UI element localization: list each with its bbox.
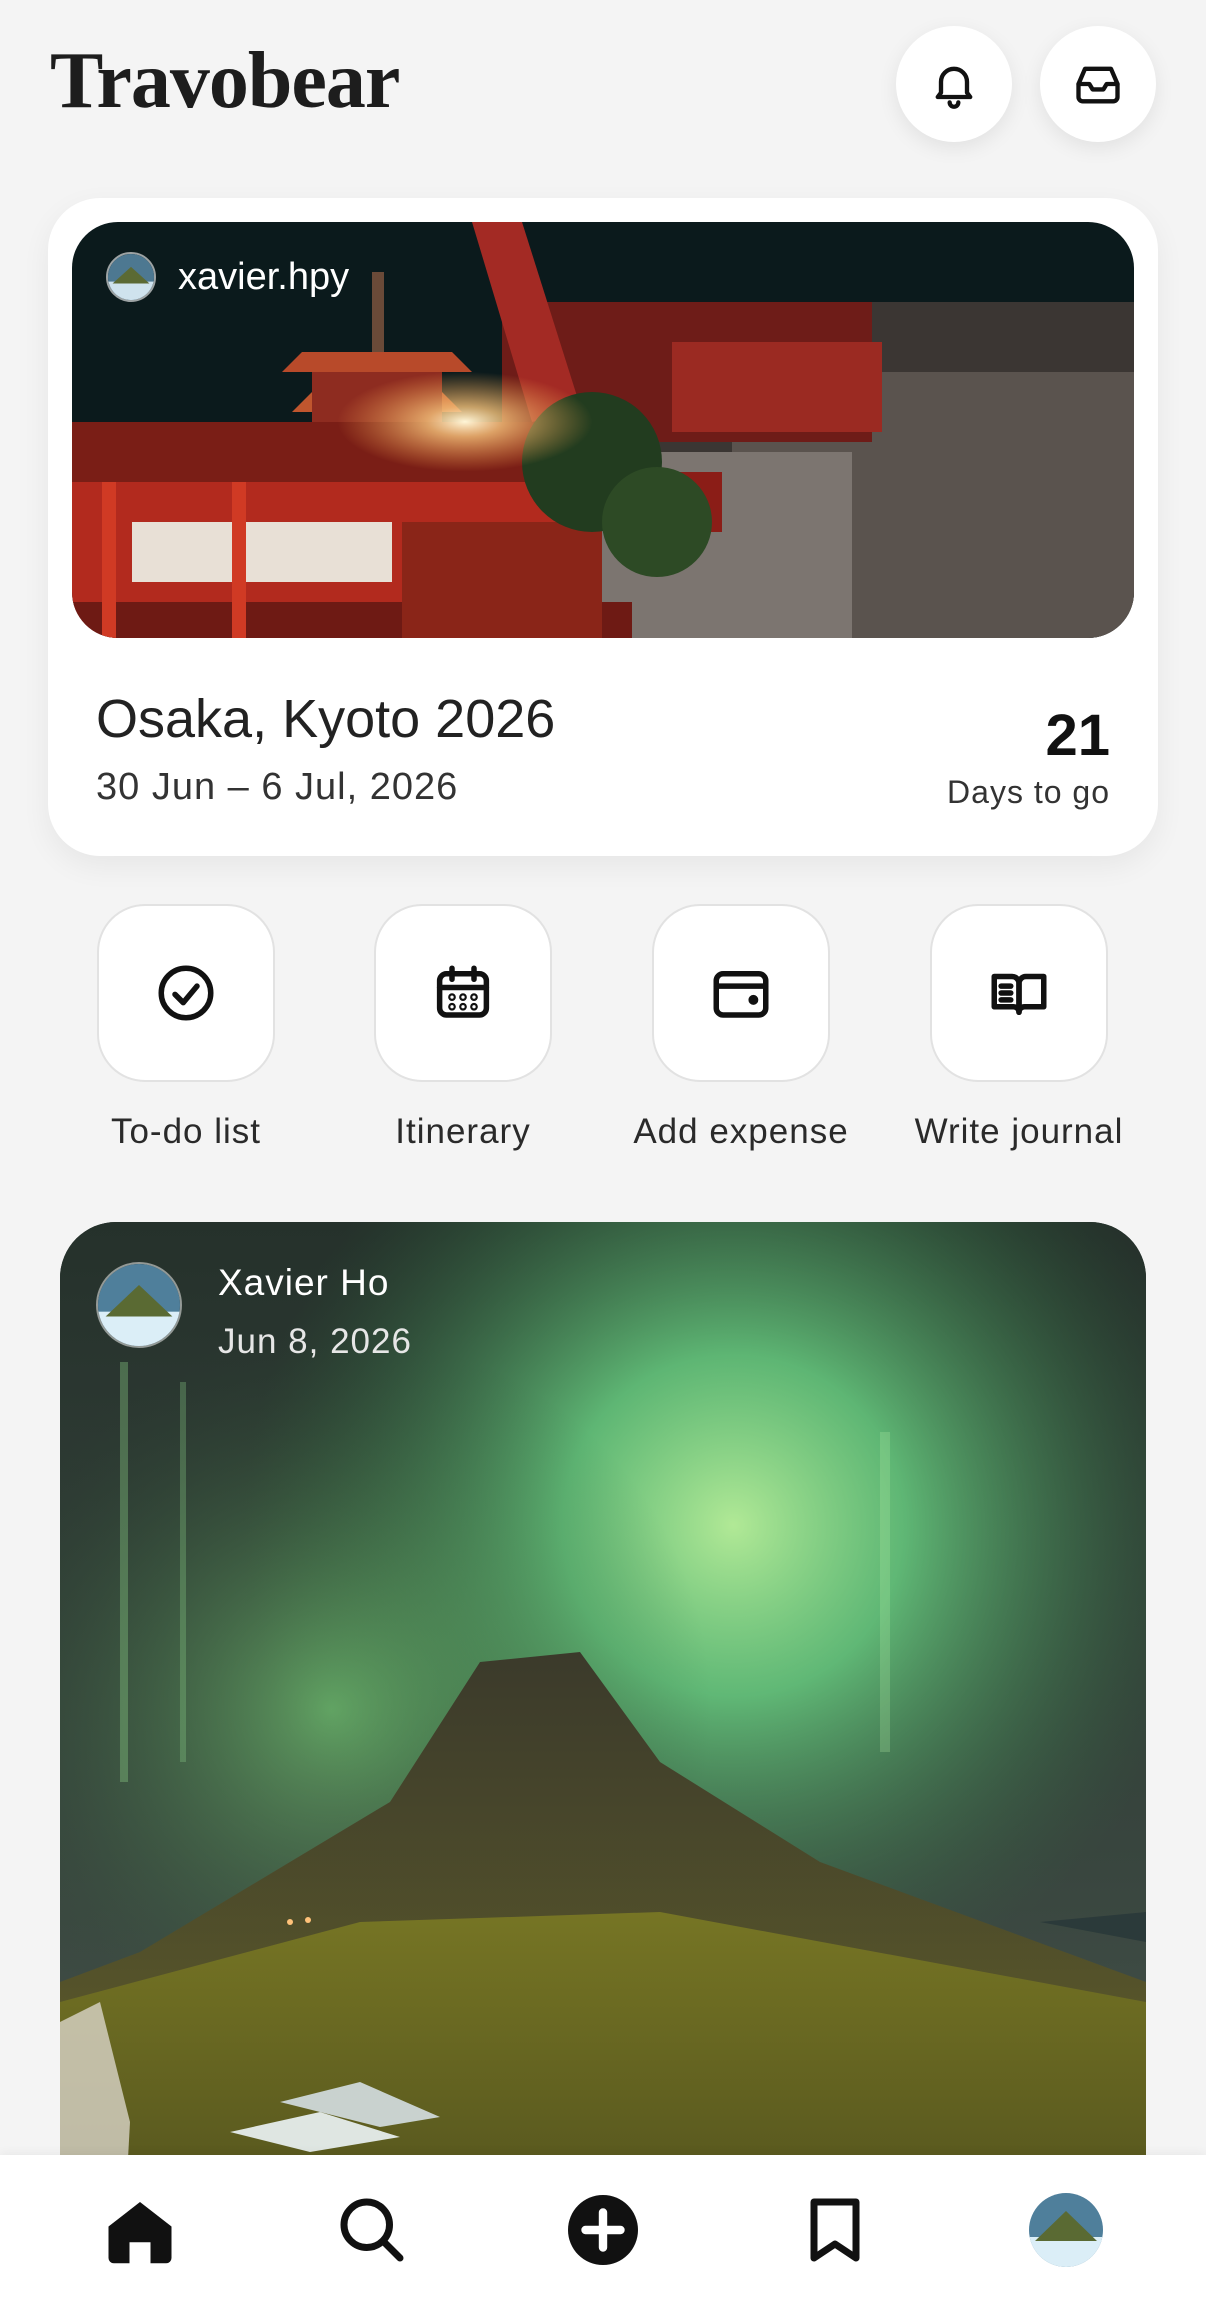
bottom-navigation [0,2155,1206,2305]
trip-card[interactable]: xavier.hpy Osaka, Kyoto 2026 30 Jun – 6 … [48,198,1158,856]
notifications-button[interactable] [896,26,1012,142]
todo-list-label: To-do list [110,1112,262,1151]
avatar[interactable] [96,1262,182,1348]
post-photo [60,1222,1146,2305]
feed-post[interactable]: Xavier Ho Jun 8, 2026 [60,1222,1146,2305]
inbox-button[interactable] [1040,26,1156,142]
post-date: Jun 8, 2026 [218,1322,412,1361]
calendar-icon [436,965,490,1018]
nav-home[interactable] [95,2185,185,2275]
trip-owner-name: xavier.hpy [178,255,350,298]
todo-list-action[interactable]: To-do list [66,904,306,1152]
itinerary-action[interactable]: Itinerary [343,904,583,1152]
days-to-go-count: 21 [1045,703,1110,768]
write-journal-label: Write journal [914,1112,1124,1151]
trip-owner[interactable]: xavier.hpy [106,252,349,302]
open-book-icon [991,973,1047,1015]
days-to-go-label: Days to go [947,774,1110,810]
nav-profile[interactable] [1021,2185,1111,2275]
avatar [106,252,156,302]
app-header: Travobear [0,0,1206,180]
plus-circle-icon [568,2195,638,2265]
profile-avatar [1029,2193,1103,2267]
check-circle-icon [158,965,214,1021]
bookmark-icon [810,2198,860,2262]
search-icon [340,2198,404,2262]
add-expense-action[interactable]: Add expense [621,904,861,1152]
itinerary-label: Itinerary [395,1112,531,1151]
post-header: Xavier Ho Jun 8, 2026 [96,1262,412,1362]
write-journal-action[interactable]: Write journal [899,904,1139,1152]
inbox-tray-icon [1076,66,1120,104]
home-icon [108,2202,172,2264]
post-author[interactable]: Xavier Ho [218,1262,412,1304]
nav-saved[interactable] [790,2185,880,2275]
bell-icon [935,66,973,109]
quick-actions: To-do list Itinerary Add expense Write j… [0,904,1206,1164]
trip-dates: 30 Jun – 6 Jul, 2026 [96,766,459,808]
add-expense-label: Add expense [633,1112,849,1151]
trip-title: Osaka, Kyoto 2026 [96,689,556,749]
nav-search[interactable] [327,2185,417,2275]
wallet-icon [713,971,769,1018]
nav-create[interactable] [558,2185,648,2275]
app-title: Travobear [50,37,400,125]
